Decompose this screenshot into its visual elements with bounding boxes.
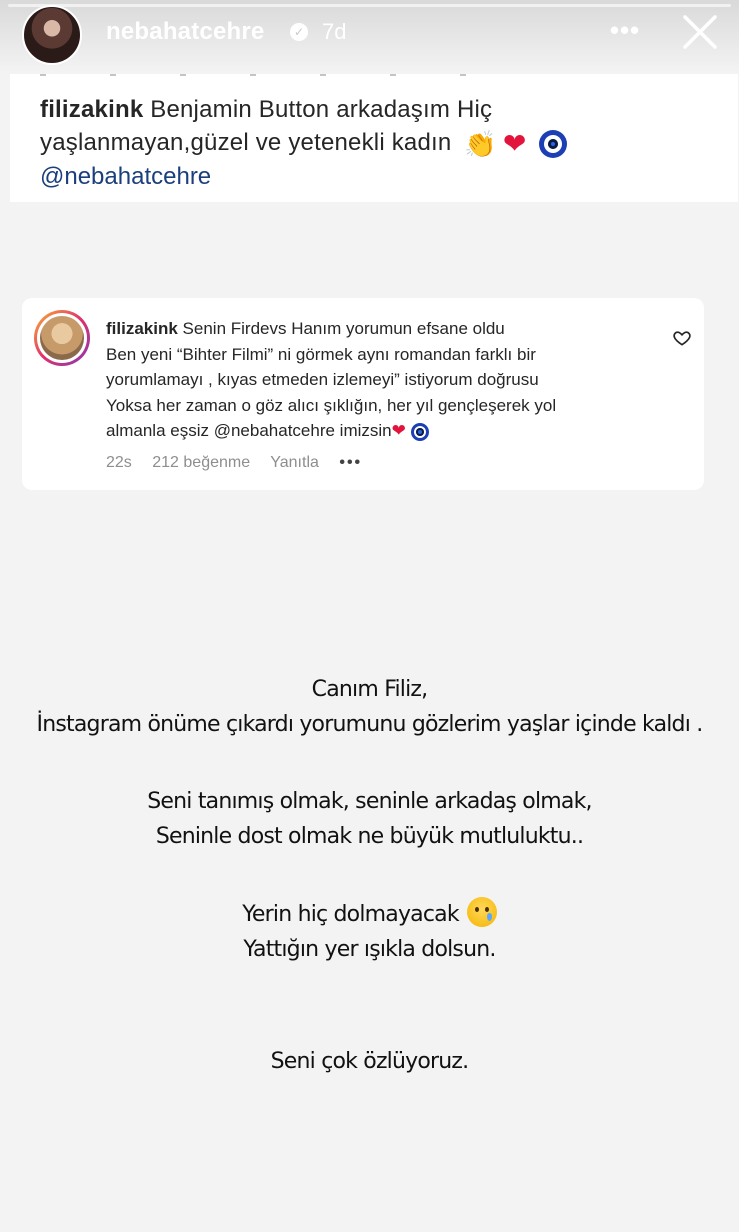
clapping-hands-icon: 👏	[464, 128, 497, 159]
story-timestamp: 7d	[322, 19, 347, 44]
message-line: Yattığın yer ışıkla dolsun.	[243, 937, 496, 962]
crying-face-icon	[466, 897, 497, 927]
nazar-amulet-icon	[410, 422, 429, 441]
comment-line-3: yorumlamayı , kıyas etmeden izlemeyi” is…	[106, 370, 539, 389]
caption-text-line1: Benjamin Button arkadaşım Hiç	[150, 96, 493, 123]
reply-button[interactable]: Yanıtla	[270, 454, 319, 471]
caption-mention: @nebahatcehre	[40, 163, 212, 190]
message-greeting: Canım Filiz,	[311, 677, 428, 702]
comment-line-5: almanla eşsiz @nebahatcehre imizsin	[106, 421, 392, 440]
caption-username: filizakink	[40, 96, 144, 123]
message-line: Yerin hiç dolmayacak	[242, 902, 459, 927]
comment-more-icon[interactable]: •••	[339, 454, 362, 471]
comment-username: filizakink	[106, 319, 178, 338]
cropped-text-line	[40, 74, 520, 76]
comment-screenshot-card: filizakink Senin Firdevs Hanım yorumun e…	[22, 298, 704, 490]
comment-text: filizakink Senin Firdevs Hanım yorumun e…	[106, 316, 646, 444]
avatar-photo	[40, 316, 84, 360]
message-line: İnstagram önüme çıkardı yorumunu gözleri…	[36, 712, 704, 737]
nazar-amulet-icon	[539, 129, 568, 158]
message-closing: Seni çok özlüyoruz.	[270, 1049, 470, 1074]
comment-meta: 22s 212 beğenme Yanıtla •••	[106, 454, 378, 472]
comment-likes[interactable]: 212 beğenme	[152, 454, 250, 471]
post-caption: filizakink Benjamin Button arkadaşım Hiç…	[40, 93, 640, 159]
profile-username[interactable]: nebahatcehre	[106, 18, 264, 46]
comment-time: 22s	[106, 454, 132, 471]
comment-line-1: Senin Firdevs Hanım yorumun efsane oldu	[182, 319, 505, 338]
story-progress-bar	[8, 4, 731, 7]
verified-badge-icon: ✓	[290, 23, 308, 41]
message-line: Seninle dost olmak ne büyük mutluluktu..	[155, 824, 584, 849]
message-line: Seni tanımış olmak, seninle arkadaş olma…	[147, 789, 592, 814]
comment-line-4: Yoksa her zaman o göz alıcı şıklığın, he…	[106, 395, 557, 415]
story-header: nebahatcehre ✓ 7d •••	[0, 0, 739, 72]
more-options-icon[interactable]: •••	[607, 17, 643, 47]
red-heart-icon: ❤	[502, 127, 527, 159]
comment-avatar	[34, 310, 90, 366]
red-heart-icon: ❤	[391, 421, 406, 440]
heart-outline-icon[interactable]	[672, 328, 692, 348]
comment-line-2: Ben yeni “Bihter Filmi” ni görmek aynı r…	[106, 344, 536, 364]
caption-text-line2: yaşlanmayan,güzel ve yetenekli kadın	[40, 129, 452, 156]
story-message: Canım Filiz, İnstagram önüme çıkardı yor…	[0, 672, 739, 1079]
story-view[interactable]: nebahatcehre ✓ 7d ••• filizakink Benjami…	[0, 0, 739, 1232]
profile-avatar[interactable]	[22, 5, 82, 65]
close-icon[interactable]	[680, 12, 720, 52]
post-screenshot-card: filizakink Benjamin Button arkadaşım Hiç…	[10, 74, 738, 202]
